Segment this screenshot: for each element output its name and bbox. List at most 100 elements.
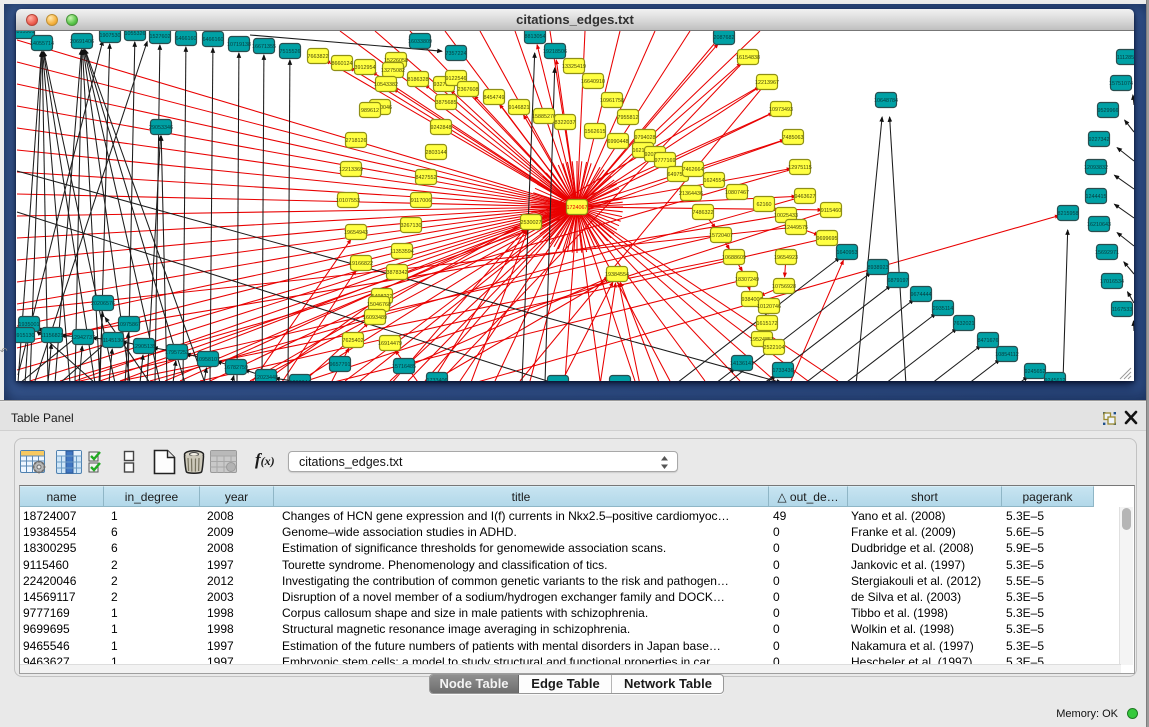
svg-text:16640910: 16640910 — [581, 79, 605, 85]
svg-text:15716485: 15716485 — [392, 364, 416, 370]
svg-text:16210643: 16210643 — [1087, 222, 1111, 228]
svg-text:20691406: 20691406 — [70, 39, 94, 45]
svg-text:8186328: 8186328 — [408, 77, 429, 83]
svg-text:1624554: 1624554 — [704, 178, 725, 184]
svg-text:8427552: 8427552 — [416, 175, 437, 181]
svg-text:9699695: 9699695 — [817, 236, 838, 242]
svg-text:8322037: 8322037 — [555, 120, 576, 126]
svg-text:12093832: 12093832 — [1084, 165, 1108, 171]
svg-text:16033809: 16033809 — [408, 39, 432, 45]
svg-text:12213967: 12213967 — [755, 80, 779, 86]
svg-text:1145130: 1145130 — [103, 338, 124, 344]
svg-text:9674444: 9674444 — [911, 292, 932, 298]
svg-text:6990448: 6990448 — [608, 139, 629, 145]
svg-text:16154838: 16154838 — [736, 55, 760, 61]
svg-text:9794028: 9794028 — [635, 135, 656, 141]
svg-text:7515526: 7515526 — [280, 49, 301, 55]
svg-text:7462664: 7462664 — [683, 167, 704, 173]
svg-text:2367608: 2367608 — [458, 87, 479, 93]
svg-text:989612: 989612 — [361, 108, 379, 114]
svg-text:3875685: 3875685 — [436, 100, 457, 106]
svg-text:10756928: 10756928 — [772, 284, 796, 290]
svg-text:6466160: 6466160 — [203, 37, 224, 43]
svg-text:13325419: 13325419 — [562, 64, 586, 70]
svg-text:19654923: 19654923 — [774, 255, 798, 261]
svg-text:9657791: 9657791 — [330, 362, 351, 368]
svg-text:9115460: 9115460 — [821, 208, 842, 214]
svg-text:1640953: 1640953 — [837, 250, 858, 256]
svg-text:19166822: 19166822 — [349, 261, 373, 267]
svg-text:21364436: 21364436 — [679, 191, 703, 197]
svg-text:62160: 62160 — [757, 202, 772, 208]
svg-text:2087682: 2087682 — [714, 35, 735, 41]
svg-text:1167533: 1167533 — [1112, 307, 1133, 313]
svg-text:12975115: 12975115 — [788, 165, 812, 171]
svg-text:7486322: 7486322 — [693, 210, 714, 216]
svg-text:8938923: 8938923 — [868, 265, 889, 271]
svg-text:2935114: 2935114 — [933, 306, 954, 312]
svg-text:3912954: 3912954 — [355, 65, 376, 71]
svg-text:2522104: 2522104 — [764, 345, 785, 351]
svg-text:7485063: 7485063 — [783, 135, 804, 141]
svg-text:19384554: 19384554 — [605, 272, 629, 278]
svg-text:9245612: 9245612 — [1045, 378, 1066, 381]
svg-text:12449575: 12449575 — [784, 225, 808, 231]
svg-text:6466160: 6466160 — [176, 36, 197, 42]
svg-text:15720407: 15720407 — [709, 233, 733, 239]
svg-text:17957253: 17957253 — [165, 350, 189, 356]
svg-text:1202344: 1202344 — [290, 380, 311, 381]
svg-text:10107553: 10107553 — [336, 198, 360, 204]
svg-text:10025433: 10025433 — [774, 213, 798, 219]
svg-text:17016534: 17016534 — [1100, 279, 1124, 285]
svg-text:19218506: 19218506 — [543, 49, 567, 55]
svg-text:2803144: 2803144 — [426, 150, 447, 156]
svg-text:10854112: 10854112 — [995, 352, 1019, 358]
svg-text:10543382: 10543382 — [374, 82, 398, 88]
svg-text:10688609: 10688609 — [722, 255, 746, 261]
svg-text:20206576: 20206576 — [91, 301, 115, 307]
svg-text:9463627: 9463627 — [795, 194, 816, 200]
svg-text:6879197: 6879197 — [888, 278, 909, 284]
svg-text:12942737: 12942737 — [71, 335, 95, 341]
svg-text:1527602: 1527602 — [150, 34, 171, 40]
svg-text:1244415: 1244415 — [1086, 194, 1107, 200]
svg-text:10975867: 10975867 — [117, 322, 141, 328]
svg-text:3267130: 3267130 — [401, 223, 422, 229]
svg-text:9777169: 9777169 — [655, 158, 676, 164]
svg-text:9117006: 9117006 — [411, 198, 432, 204]
svg-text:15692971: 15692971 — [1095, 250, 1119, 256]
svg-text:16671355: 16671355 — [252, 44, 276, 50]
svg-text:19654943: 19654943 — [344, 230, 368, 236]
svg-text:15885270: 15885270 — [532, 114, 556, 120]
svg-text:10973493: 10973493 — [769, 107, 793, 113]
svg-text:29053346: 29053346 — [149, 125, 173, 131]
svg-text:7357224: 7357224 — [446, 51, 467, 57]
svg-text:10958107: 10958107 — [196, 357, 220, 363]
svg-text:3878342: 3878342 — [387, 270, 408, 276]
svg-text:13275082: 13275082 — [381, 68, 405, 74]
svg-text:2530027: 2530027 — [521, 220, 542, 226]
svg-text:9529966: 9529966 — [1098, 108, 1119, 114]
svg-text:10807467: 10807467 — [725, 190, 749, 196]
svg-text:8471676: 8471676 — [978, 338, 999, 344]
svg-text:7625402: 7625402 — [343, 338, 364, 344]
svg-text:1562615: 1562615 — [585, 129, 606, 135]
svg-text:9242848: 9242848 — [431, 125, 452, 131]
svg-text:12023448: 12023448 — [254, 375, 278, 381]
svg-text:7632021: 7632021 — [954, 321, 975, 327]
svg-text:12213369: 12213369 — [339, 167, 363, 173]
svg-text:16093489: 16093489 — [363, 315, 387, 321]
svg-text:8454749: 8454749 — [484, 95, 505, 101]
svg-text:11353594: 11353594 — [390, 249, 414, 255]
svg-text:16914479: 16914479 — [378, 341, 402, 347]
svg-text:18307249: 18307249 — [735, 277, 759, 283]
svg-text:15751074: 15751074 — [1109, 81, 1133, 87]
svg-text:3915130: 3915130 — [16, 333, 35, 339]
svg-text:1733436: 1733436 — [773, 368, 794, 374]
svg-text:7955812: 7955812 — [618, 115, 639, 121]
svg-text:1615172: 1615172 — [757, 321, 778, 327]
svg-text:10648784: 10648784 — [874, 98, 898, 104]
svg-text:9227342: 9227342 — [1089, 137, 1110, 143]
svg-text:1724067: 1724067 — [567, 205, 588, 211]
svg-text:1907530: 1907530 — [100, 33, 121, 39]
